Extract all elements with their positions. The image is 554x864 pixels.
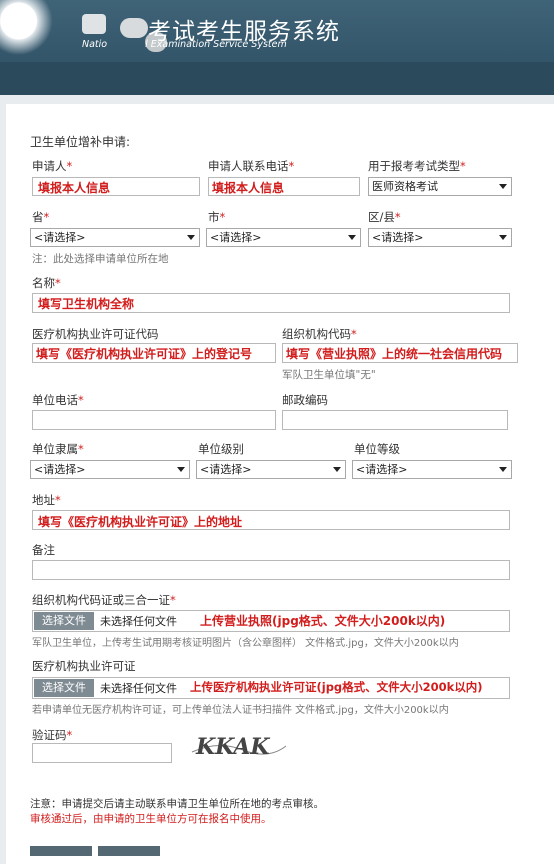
section-title: 卫生单位增补申请: (30, 135, 131, 149)
site-logo (0, 0, 62, 60)
org-code-label: 组织机构代码* (282, 327, 357, 341)
district-label: 区/县* (368, 210, 401, 224)
city-select[interactable]: <请选择> (206, 228, 361, 247)
dropdown-arrow-icon (187, 235, 195, 240)
exam-type-label: 用于报考考试类型* (368, 159, 466, 173)
captcha-input[interactable] (32, 743, 172, 763)
exam-type-select[interactable]: 医师资格考试 (368, 177, 512, 196)
city-label: 市* (208, 210, 226, 224)
blurred-logo-text (82, 14, 106, 34)
org-cert-note: 军队卫生单位，上传考生试用期考核证明图片（含公章图样） 文件格式.jpg，文件大… (32, 638, 459, 649)
license-choose-file-button[interactable]: 选择文件 (34, 679, 94, 697)
license-upload-hint: 上传医疗机构执业许可证(jpg格式、文件大小200k以内) (190, 680, 483, 694)
unit-grade-label: 单位等级 (354, 442, 400, 456)
dropdown-arrow-icon (177, 467, 185, 472)
location-note: 注：此处选择申请单位所在地 (32, 253, 169, 265)
license-upload-label: 医疗机构执业许可证 (32, 659, 136, 673)
footer-warning: 审核通过后，由申请的卫生单位方可在报名中使用。 (30, 813, 272, 825)
province-label: 省* (32, 210, 50, 224)
unit-phone-label: 单位电话* (32, 393, 84, 407)
affiliation-select[interactable]: <请选择> (30, 460, 190, 479)
affiliation-label: 单位隶属* (32, 442, 84, 456)
unit-phone-input[interactable] (32, 410, 276, 430)
reset-button[interactable] (98, 846, 160, 856)
address-label: 地址* (32, 493, 61, 507)
dropdown-arrow-icon (333, 467, 341, 472)
remark-input[interactable] (32, 560, 510, 580)
org-code-note: 军队卫生单位填"无" (282, 369, 376, 381)
district-select[interactable]: <请选择> (368, 228, 512, 247)
applicant-phone-value: 填报本人信息 (212, 181, 285, 195)
district-value: <请选择> (372, 231, 424, 244)
submit-button[interactable] (30, 846, 92, 856)
header-bar (0, 62, 554, 95)
province-select[interactable]: <请选择> (30, 228, 200, 247)
footer-note: 注意：申请提交后请主动联系申请卫生单位所在地的考点审核。 (30, 798, 324, 810)
captcha-text: KKAK (195, 734, 270, 760)
applicant-value: 填报本人信息 (38, 181, 111, 195)
postcode-input[interactable] (282, 410, 508, 430)
remark-label: 备注 (32, 543, 55, 557)
captcha-label: 验证码* (32, 728, 73, 742)
address-value: 填写《医疗机构执业许可证》上的地址 (38, 515, 243, 529)
unit-grade-value: <请选择> (356, 463, 408, 476)
captcha-image[interactable]: KKAK (188, 730, 288, 764)
unit-level-select[interactable]: <请选择> (196, 460, 346, 479)
province-value: <请选择> (34, 231, 86, 244)
org-cert-label: 组织机构代码证或三合一证* (32, 593, 176, 607)
org-code-value: 填写《营业执照》上的统一社会信用代码 (286, 347, 503, 361)
unit-grade-select[interactable]: <请选择> (352, 460, 512, 479)
org-cert-file-status: 未选择任何文件 (100, 615, 177, 628)
applicant-label: 申请人* (32, 159, 73, 173)
license-file-status: 未选择任何文件 (100, 682, 177, 695)
site-header: 考试考生服务系统 Natio l Examination Service Syst… (0, 0, 554, 95)
dropdown-arrow-icon (348, 235, 356, 240)
license-code-value: 填写《医疗机构执业许可证》上的登记号 (36, 347, 253, 361)
unit-level-label: 单位级别 (198, 442, 244, 456)
org-cert-hint: 上传营业执照(jpg格式、文件大小200k以内) (200, 614, 446, 628)
unit-level-value: <请选择> (200, 463, 252, 476)
name-value: 填写卫生机构全称 (38, 297, 135, 311)
site-subtitle: Natio l Examination Service System (82, 39, 287, 50)
license-upload-note: 若申请单位无医疗机构许可证，可上传单位法人证书扫描件 文件格式.jpg，文件大小… (32, 705, 449, 716)
applicant-phone-label: 申请人联系电话* (208, 159, 295, 173)
postcode-label: 邮政编码 (282, 393, 328, 407)
city-value: <请选择> (210, 231, 262, 244)
blurred-logo-text (120, 18, 148, 38)
exam-type-value: 医师资格考试 (372, 180, 438, 193)
dropdown-arrow-icon (499, 467, 507, 472)
affiliation-value: <请选择> (34, 463, 86, 476)
name-label: 名称* (32, 276, 61, 290)
license-code-label: 医疗机构执业许可证代码 (32, 327, 159, 341)
dropdown-arrow-icon (499, 235, 507, 240)
org-cert-choose-file-button[interactable]: 选择文件 (34, 612, 94, 630)
dropdown-arrow-icon (499, 184, 507, 189)
